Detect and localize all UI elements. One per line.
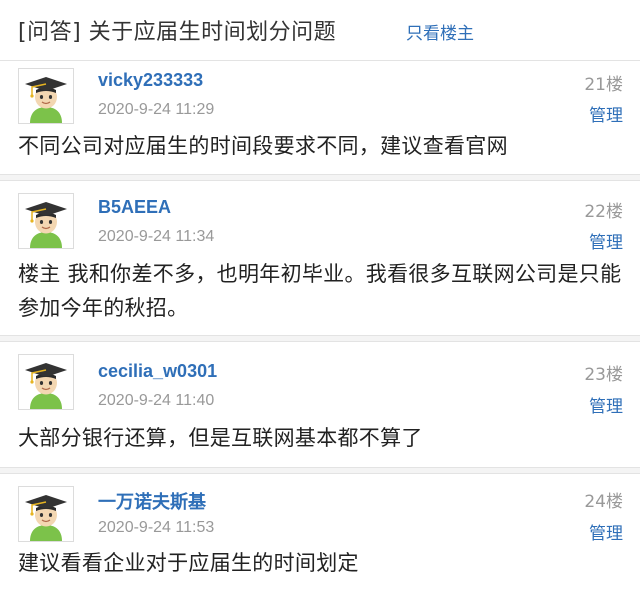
post-time: 2020-9-24 11:29 <box>98 101 215 118</box>
avatar[interactable] <box>18 68 74 124</box>
username[interactable]: vicky233333 <box>98 70 203 91</box>
post-content: 建议看看企业对于应届生的时间划定 <box>18 551 359 575</box>
post-item: cecilia_w0301 2020-9-24 11:40 23楼 管理 大部分… <box>0 341 640 467</box>
floor-number: 23楼 <box>584 365 623 385</box>
manage-link[interactable]: 管理 <box>589 101 623 126</box>
thread-title: [问答] 关于应届生时间划分问题 <box>18 20 337 45</box>
graduate-avatar-icon <box>19 487 73 541</box>
thread-header: [问答] 关于应届生时间划分问题 只看楼主 <box>0 0 640 60</box>
username[interactable]: 一万诺夫斯基 <box>98 488 206 514</box>
graduate-avatar-icon <box>19 355 73 409</box>
post-time: 2020-9-24 11:34 <box>98 228 215 245</box>
username[interactable]: cecilia_w0301 <box>98 361 217 382</box>
post-time: 2020-9-24 11:40 <box>98 392 215 409</box>
manage-link[interactable]: 管理 <box>589 392 623 417</box>
post-item: B5AEEA 2020-9-24 11:34 22楼 管理 楼主 我和你差不多，… <box>0 180 640 335</box>
post-item: 一万诺夫斯基 2020-9-24 11:53 24楼 管理 建议看看企业对于应届… <box>0 473 640 594</box>
username[interactable]: B5AEEA <box>98 197 171 218</box>
avatar[interactable] <box>18 486 74 542</box>
manage-link[interactable]: 管理 <box>589 519 623 544</box>
manage-link[interactable]: 管理 <box>589 228 623 253</box>
graduate-avatar-icon <box>19 69 73 123</box>
floor-number: 22楼 <box>584 202 623 222</box>
avatar[interactable] <box>18 354 74 410</box>
floor-number: 21楼 <box>584 75 623 95</box>
avatar[interactable] <box>18 193 74 249</box>
only-op-link[interactable]: 只看楼主 <box>406 19 474 44</box>
floor-number: 24楼 <box>584 492 623 512</box>
post-item: vicky233333 2020-9-24 11:29 21楼 管理 不同公司对… <box>0 60 640 174</box>
post-content: 楼主 我和你差不多，也明年初毕业。我看很多互联网公司是只能参加今年的秋招。 <box>18 262 622 320</box>
post-time: 2020-9-24 11:53 <box>98 519 215 536</box>
post-content: 大部分银行还算，但是互联网基本都不算了 <box>18 426 423 450</box>
post-content: 不同公司对应届生的时间段要求不同，建议查看官网 <box>18 134 508 158</box>
graduate-avatar-icon <box>19 194 73 248</box>
